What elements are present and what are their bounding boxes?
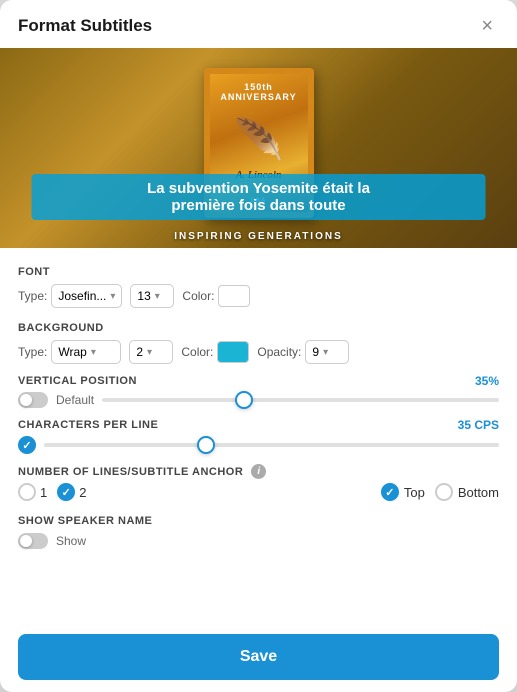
bg-size-select[interactable]: 2 ▾ — [129, 340, 173, 364]
lines-header-row: NUMBER OF LINES/SUBTITLE ANCHOR i — [18, 464, 499, 479]
font-type-chevron-icon: ▾ — [110, 291, 115, 302]
modal-title: Format Subtitles — [18, 16, 152, 36]
anchor-bottom-option[interactable]: Bottom — [435, 483, 499, 501]
bg-type-select[interactable]: Wrap ▾ — [51, 340, 121, 364]
format-subtitles-modal: Format Subtitles × 150th ANNIVERSARY 🪶 A… — [0, 0, 517, 692]
font-size-chevron-icon: ▾ — [155, 291, 160, 302]
vertical-position-label: VERTICAL POSITION — [18, 375, 475, 387]
bg-opacity-group: Opacity: 9 ▾ — [257, 340, 349, 364]
default-toggle[interactable] — [18, 392, 48, 408]
font-color-label: Color: — [182, 289, 214, 303]
lines-option-1[interactable]: 1 — [18, 483, 47, 501]
anchor-section: Top Bottom — [381, 483, 499, 501]
lines-checkbox-1[interactable] — [18, 483, 36, 501]
bg-color-label: Color: — [181, 345, 213, 359]
subtitle-preview: 150th ANNIVERSARY 🪶 A. Lincoln USA La su… — [0, 48, 517, 248]
lines-value-1: 1 — [40, 485, 47, 500]
show-speaker-row: Show — [18, 533, 499, 549]
vertical-position-row: VERTICAL POSITION 35% — [18, 374, 499, 388]
vertical-position-slider-row: Default — [18, 392, 499, 408]
show-speaker-label: SHOW SPEAKER NAME — [18, 515, 499, 527]
show-speaker-toggle-knob — [20, 535, 32, 547]
anchor-bottom-checkbox[interactable] — [435, 483, 453, 501]
anchor-top-option[interactable]: Top — [381, 483, 425, 501]
bg-row: Type: Wrap ▾ 2 ▾ Color: Opacity: 9 ▾ — [18, 340, 499, 364]
info-icon[interactable]: i — [251, 464, 266, 479]
default-toggle-label: Default — [56, 393, 94, 407]
vertical-position-slider[interactable] — [102, 398, 499, 402]
bg-color-swatch[interactable] — [217, 341, 249, 363]
bg-type-chevron-icon: ▾ — [91, 347, 96, 358]
font-size-select[interactable]: 13 ▾ — [130, 284, 174, 308]
bg-size-chevron-icon: ▾ — [147, 347, 152, 358]
cps-label: CHARACTERS PER LINE — [18, 419, 458, 431]
lines-option-2[interactable]: 2 — [57, 483, 86, 501]
font-type-select[interactable]: Josefin... ▾ — [51, 284, 122, 308]
anchor-top-label: Top — [404, 485, 425, 500]
subtitle-line2: première fois dans toute — [47, 197, 470, 214]
font-color-group: Color: — [182, 285, 250, 307]
bg-type-label: Type: — [18, 345, 47, 359]
cps-slider[interactable] — [44, 443, 499, 447]
lines-checkbox-2[interactable] — [57, 483, 75, 501]
bg-color-group: Color: — [181, 341, 249, 363]
show-speaker-toggle[interactable] — [18, 533, 48, 549]
font-row: Type: Josefin... ▾ 13 ▾ Color: — [18, 284, 499, 308]
bg-opacity-select[interactable]: 9 ▾ — [305, 340, 349, 364]
font-type-group: Type: Josefin... ▾ — [18, 284, 122, 308]
bg-type-group: Type: Wrap ▾ — [18, 340, 121, 364]
subtitle-line1: La subvention Yosemite était la — [47, 180, 470, 197]
cps-slider-row — [18, 436, 499, 454]
font-type-label: Type: — [18, 289, 47, 303]
bg-opacity-label: Opacity: — [257, 345, 301, 359]
modal-header: Format Subtitles × — [0, 0, 517, 48]
stamp-top-text: 150th ANNIVERSARY — [210, 82, 308, 102]
form-body: FONT Type: Josefin... ▾ 13 ▾ Color: BACK… — [0, 248, 517, 692]
bg-section-label: BACKGROUND — [18, 322, 499, 334]
cps-row: CHARACTERS PER LINE 35 CPS — [18, 418, 499, 432]
close-button[interactable]: × — [475, 14, 499, 38]
lines-section-label: NUMBER OF LINES/SUBTITLE ANCHOR — [18, 466, 243, 478]
feather-icon: 🪶 — [234, 116, 284, 163]
font-section-label: FONT — [18, 266, 499, 278]
show-speaker-toggle-label: Show — [56, 534, 86, 548]
save-button[interactable]: Save — [18, 634, 499, 680]
anchor-top-checkbox[interactable] — [381, 483, 399, 501]
subtitle-overlay: La subvention Yosemite était la première… — [31, 174, 486, 220]
default-toggle-knob — [20, 394, 32, 406]
lines-value-2: 2 — [79, 485, 86, 500]
anchor-bottom-label: Bottom — [458, 485, 499, 500]
lines-options-row: 1 2 Top Bottom — [18, 483, 499, 501]
vertical-position-percent: 35% — [475, 374, 499, 388]
font-color-swatch[interactable] — [218, 285, 250, 307]
cps-value: 35 CPS — [458, 418, 499, 432]
bottom-text: INSPIRING GENERATIONS — [174, 231, 343, 242]
cps-checkbox[interactable] — [18, 436, 36, 454]
bg-opacity-chevron-icon: ▾ — [323, 347, 328, 358]
